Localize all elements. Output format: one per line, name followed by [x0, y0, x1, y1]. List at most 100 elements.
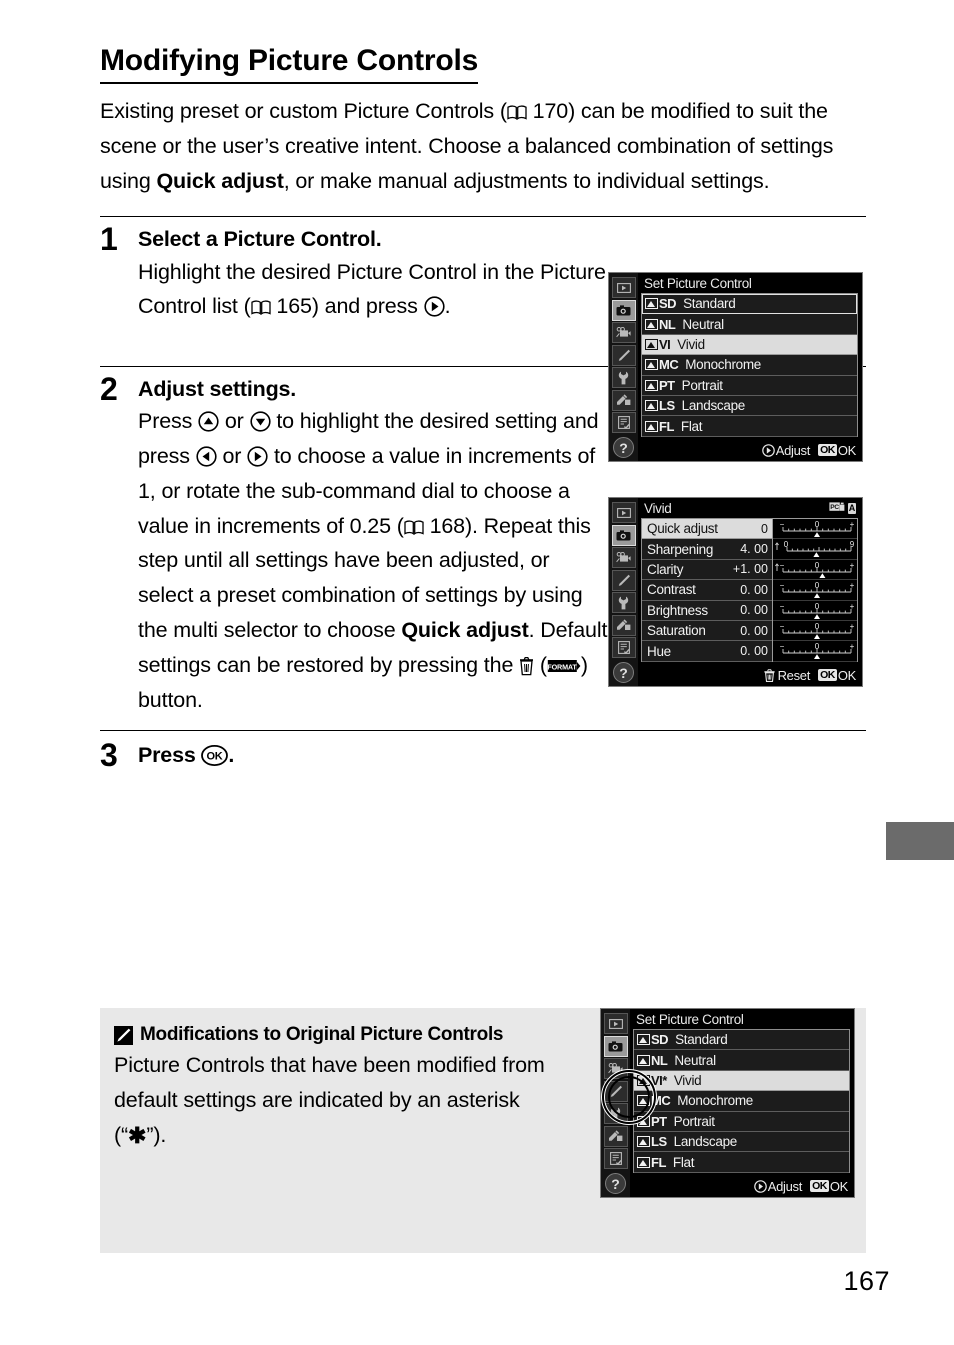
picture-control-label: Monochrome: [677, 1093, 754, 1109]
setup-wrench-icon[interactable]: [611, 592, 636, 613]
picture-control-row[interactable]: NL Neutral: [642, 314, 857, 335]
screen1-body: Set Picture Control SD Standard NL Neutral V…: [638, 273, 862, 461]
screen3-title: Set Picture Control: [630, 1009, 854, 1029]
movie-shooting-menu-icon[interactable]: [603, 1058, 628, 1079]
photo-shooting-menu-icon[interactable]: [611, 299, 636, 321]
picture-control-row[interactable]: VI Vivid: [642, 334, 857, 356]
picture-control-code: NL: [642, 317, 678, 332]
ok-hint-label: OK: [837, 667, 856, 683]
setting-label: Contrast: [647, 582, 696, 598]
my-menu-icon[interactable]: [603, 1148, 628, 1169]
svg-text:0: 0: [815, 561, 820, 570]
settings-labels-column: Quick adjust 0 Sharpening 4. 00 Clarity +1. 0…: [641, 518, 772, 662]
intro-text-a: Existing preset or custom Picture Contro…: [100, 99, 507, 123]
setting-label: Clarity: [647, 561, 684, 577]
svg-text:−: −: [780, 642, 785, 651]
setting-row[interactable]: Contrast 0. 00: [642, 580, 772, 601]
adjust-hint: Adjust: [761, 442, 811, 458]
picture-control-code: FL: [642, 419, 677, 434]
intro-page-ref: 170: [532, 99, 569, 123]
picture-control-row[interactable]: PT Portrait: [642, 375, 857, 396]
picture-control-label: Standard: [683, 296, 736, 312]
settings-sliders-column: −0 +0 9−0 + −0 + −0 + −0 + −0 +: [772, 518, 858, 662]
picture-control-label: Vivid: [677, 336, 705, 352]
movie-shooting-menu-icon[interactable]: [611, 547, 636, 568]
setting-row[interactable]: Hue 0. 00: [642, 641, 772, 662]
playback-icon[interactable]: [611, 277, 636, 298]
setting-slider: − 0 +: [773, 519, 857, 540]
svg-text:−: −: [780, 520, 785, 529]
picture-control-row[interactable]: FL Flat: [642, 416, 857, 437]
picture-control-row[interactable]: VI* Vivid: [634, 1070, 849, 1092]
chapter-margin-tab: [886, 822, 954, 860]
retouch-brush-icon[interactable]: [603, 1125, 628, 1147]
format-button-icon: FORMAT: [547, 658, 581, 674]
custom-settings-pencil-icon[interactable]: [611, 569, 636, 591]
my-menu-icon[interactable]: [611, 412, 636, 433]
help-icon[interactable]: ?: [613, 662, 634, 683]
multi-selector-left-icon: [196, 446, 217, 467]
custom-settings-pencil-icon[interactable]: [603, 1080, 628, 1102]
menu-icon-rail: ?: [601, 1009, 630, 1197]
setting-row[interactable]: Brightness 0. 00: [642, 600, 772, 621]
step-3-text-b: .: [228, 742, 235, 767]
picture-control-row[interactable]: PT Portrait: [634, 1111, 849, 1132]
picture-control-code: PT: [642, 378, 678, 393]
picture-control-code-text: FL: [659, 418, 674, 434]
help-icon[interactable]: ?: [613, 437, 634, 458]
setting-value: 0: [761, 521, 768, 536]
adjust-hint: Adjust: [753, 1179, 802, 1194]
picture-control-row[interactable]: SD Standard: [634, 1030, 849, 1051]
photo-shooting-menu-icon[interactable]: [611, 524, 636, 546]
setting-row[interactable]: Clarity +1. 00: [642, 559, 772, 581]
picture-control-row[interactable]: MC Monochrome: [634, 1091, 849, 1112]
retouch-brush-icon[interactable]: [611, 614, 636, 636]
playback-icon[interactable]: [611, 502, 636, 523]
note-body: Picture Controls that have been modified…: [114, 1048, 554, 1153]
screen1-title-text: Set Picture Control: [644, 276, 752, 291]
pencil-icon: [114, 1025, 133, 1045]
playback-icon[interactable]: [603, 1013, 628, 1034]
picture-control-label: Monochrome: [685, 357, 762, 373]
picture-control-row[interactable]: MC Monochrome: [642, 355, 857, 376]
step-1-heading: Select a Picture Control.: [138, 227, 382, 252]
book-reference-icon: [250, 300, 271, 316]
ok-hint: OK OK: [818, 443, 856, 458]
picture-control-code-text: LS: [651, 1134, 667, 1150]
photo-shooting-menu-icon[interactable]: [603, 1035, 628, 1057]
picture-control-row[interactable]: LS Landscape: [642, 395, 857, 417]
screen2-hint-bar: Reset OK OK: [667, 664, 862, 686]
setting-value: 4. 00: [740, 542, 768, 557]
picture-control-row[interactable]: SD Standard: [642, 294, 857, 315]
step-3-number: 3: [100, 736, 118, 773]
step-3-heading: Press OK.: [138, 741, 904, 770]
picture-control-row[interactable]: FL Flat: [634, 1152, 849, 1173]
step-2-text-a: Press: [138, 409, 199, 434]
step-2-page-ref: 168: [429, 513, 466, 538]
picture-control-thumb-icon: [645, 318, 658, 330]
svg-text:+: +: [850, 622, 855, 631]
help-icon[interactable]: ?: [605, 1173, 626, 1194]
picture-control-row[interactable]: LS Landscape: [634, 1131, 849, 1153]
retouch-brush-icon[interactable]: [611, 389, 636, 411]
picture-control-thumb-icon: [645, 359, 658, 371]
step-2-bold-quick-adjust: Quick adjust: [401, 618, 529, 643]
picture-control-code-text: LS: [659, 398, 675, 414]
picture-control-code: PT: [634, 1114, 670, 1129]
my-menu-icon[interactable]: [611, 637, 636, 658]
picture-control-row[interactable]: NL Neutral: [634, 1050, 849, 1071]
picture-control-label: Neutral: [674, 1052, 716, 1068]
svg-text:+: +: [850, 602, 855, 611]
setting-row[interactable]: Saturation 0. 00: [642, 620, 772, 642]
svg-text:+: +: [850, 581, 855, 590]
setting-row[interactable]: Quick adjust 0: [642, 519, 772, 540]
picture-control-code-text: MC: [659, 357, 679, 373]
custom-settings-pencil-icon[interactable]: [611, 344, 636, 366]
movie-shooting-menu-icon[interactable]: [611, 322, 636, 343]
setting-row[interactable]: Sharpening 4. 00: [642, 539, 772, 560]
adjust-hint-label: Adjust: [775, 442, 811, 458]
setup-wrench-icon[interactable]: [603, 1103, 628, 1124]
picture-control-code: SD: [634, 1032, 671, 1047]
setup-wrench-icon[interactable]: [611, 367, 636, 388]
step-1-text-b: ) and press: [311, 294, 424, 319]
